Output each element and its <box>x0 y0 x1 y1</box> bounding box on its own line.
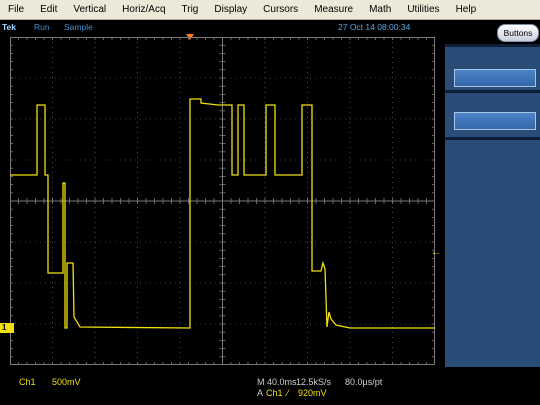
status-bar: Tek Run Sample 27 Oct 14 08:00:34 <box>0 20 540 34</box>
acquisition-mode: Sample <box>64 22 93 32</box>
sample-rate-readout: 12.5kS/s <box>296 377 332 387</box>
readout-bar: Ch1 500mV M 40.0ms 12.5kS/s 80.0µs/pt A … <box>0 368 540 405</box>
trigger-level[interactable]: 920mV <box>298 388 327 398</box>
menu-display[interactable]: Display <box>206 0 255 19</box>
menu-bar: File Edit Vertical Horiz/Acq Trig Displa… <box>0 0 540 20</box>
panel-button-1[interactable] <box>454 69 536 87</box>
panel-button-2[interactable] <box>454 112 536 130</box>
menu-cursors[interactable]: Cursors <box>255 0 306 19</box>
timebase-readout[interactable]: M 40.0ms <box>257 377 297 387</box>
channel-label[interactable]: Ch1 <box>19 377 36 387</box>
trigger-mode[interactable]: A <box>257 388 263 398</box>
trigger-level-marker[interactable]: ← <box>431 248 441 258</box>
trigger-slope-icon: ⁄ <box>287 388 289 398</box>
brand-label: Tek <box>2 22 17 32</box>
waveform-display <box>10 37 435 365</box>
menu-measure[interactable]: Measure <box>306 0 361 19</box>
vertical-scale[interactable]: 500mV <box>52 377 81 387</box>
date-time: 27 Oct 14 08:00:34 <box>338 22 411 32</box>
panel-divider <box>445 44 540 47</box>
menu-file[interactable]: File <box>0 0 32 19</box>
menu-utilities[interactable]: Utilities <box>399 0 447 19</box>
menu-edit[interactable]: Edit <box>32 0 65 19</box>
ch1-ground-marker[interactable]: 1 <box>0 323 14 333</box>
menu-vertical[interactable]: Vertical <box>65 0 114 19</box>
trigger-source[interactable]: Ch1 <box>266 388 283 398</box>
menu-math[interactable]: Math <box>361 0 399 19</box>
menu-trig[interactable]: Trig <box>174 0 207 19</box>
menu-help[interactable]: Help <box>448 0 485 19</box>
panel-divider <box>445 90 540 93</box>
panel-divider <box>445 137 540 140</box>
run-state: Run <box>34 22 50 32</box>
resolution-readout: 80.0µs/pt <box>345 377 383 387</box>
control-panel <box>445 44 540 367</box>
menu-horiz-acq[interactable]: Horiz/Acq <box>114 0 173 19</box>
buttons-button[interactable]: Buttons <box>497 24 539 42</box>
